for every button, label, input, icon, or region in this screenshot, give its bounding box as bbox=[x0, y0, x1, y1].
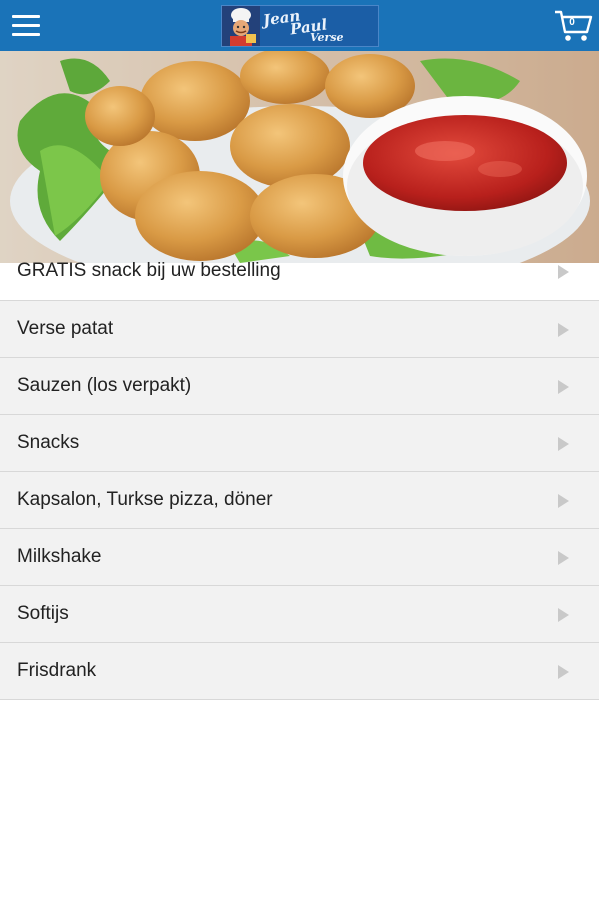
chevron-right-icon bbox=[558, 494, 569, 508]
list-item[interactable]: Frisdrank bbox=[0, 643, 599, 700]
chevron-right-icon bbox=[558, 608, 569, 622]
hamburger-menu-icon[interactable] bbox=[10, 11, 42, 39]
chevron-right-icon bbox=[558, 437, 569, 451]
category-label: Softijs bbox=[17, 603, 69, 624]
list-item[interactable]: Sauzen (los verpakt) bbox=[0, 358, 599, 415]
logo-wordmark: Jean Paul Verse Patat bbox=[260, 6, 378, 46]
list-item[interactable]: Kapsalon, Turkse pizza, döner bbox=[0, 472, 599, 529]
chevron-right-icon bbox=[558, 380, 569, 394]
category-label: Kapsalon, Turkse pizza, döner bbox=[17, 489, 273, 510]
list-item[interactable]: Softijs bbox=[0, 586, 599, 643]
category-label: GRATIS snack bij uw bestelling bbox=[17, 260, 281, 281]
category-list: GRATIS snack bij uw bestelling Verse pat… bbox=[0, 243, 599, 700]
cart-count-badge: 0 bbox=[569, 17, 575, 28]
app-header: Jean Paul Verse Patat 0 bbox=[0, 0, 599, 51]
list-item[interactable]: Milkshake bbox=[0, 529, 599, 586]
category-label: Milkshake bbox=[17, 546, 102, 567]
chevron-right-icon bbox=[558, 323, 569, 337]
brand-logo[interactable]: Jean Paul Verse Patat bbox=[221, 5, 379, 47]
category-label: Sauzen (los verpakt) bbox=[17, 375, 192, 396]
list-item[interactable]: Verse patat bbox=[0, 301, 599, 358]
chevron-right-icon bbox=[558, 551, 569, 565]
category-label: Verse patat bbox=[17, 318, 114, 339]
category-label: Snacks bbox=[17, 432, 80, 453]
list-item[interactable]: Snacks bbox=[0, 415, 599, 472]
category-label: Frisdrank bbox=[17, 660, 97, 681]
hero-food-image bbox=[0, 51, 599, 263]
logo-line-3: Verse Patat bbox=[310, 31, 344, 46]
cart-button[interactable]: 0 bbox=[553, 8, 593, 44]
list-item[interactable]: GRATIS snack bij uw bestelling bbox=[0, 243, 599, 301]
chevron-right-icon bbox=[558, 665, 569, 679]
chef-mascot-icon bbox=[222, 6, 260, 46]
chevron-right-icon bbox=[558, 265, 569, 279]
